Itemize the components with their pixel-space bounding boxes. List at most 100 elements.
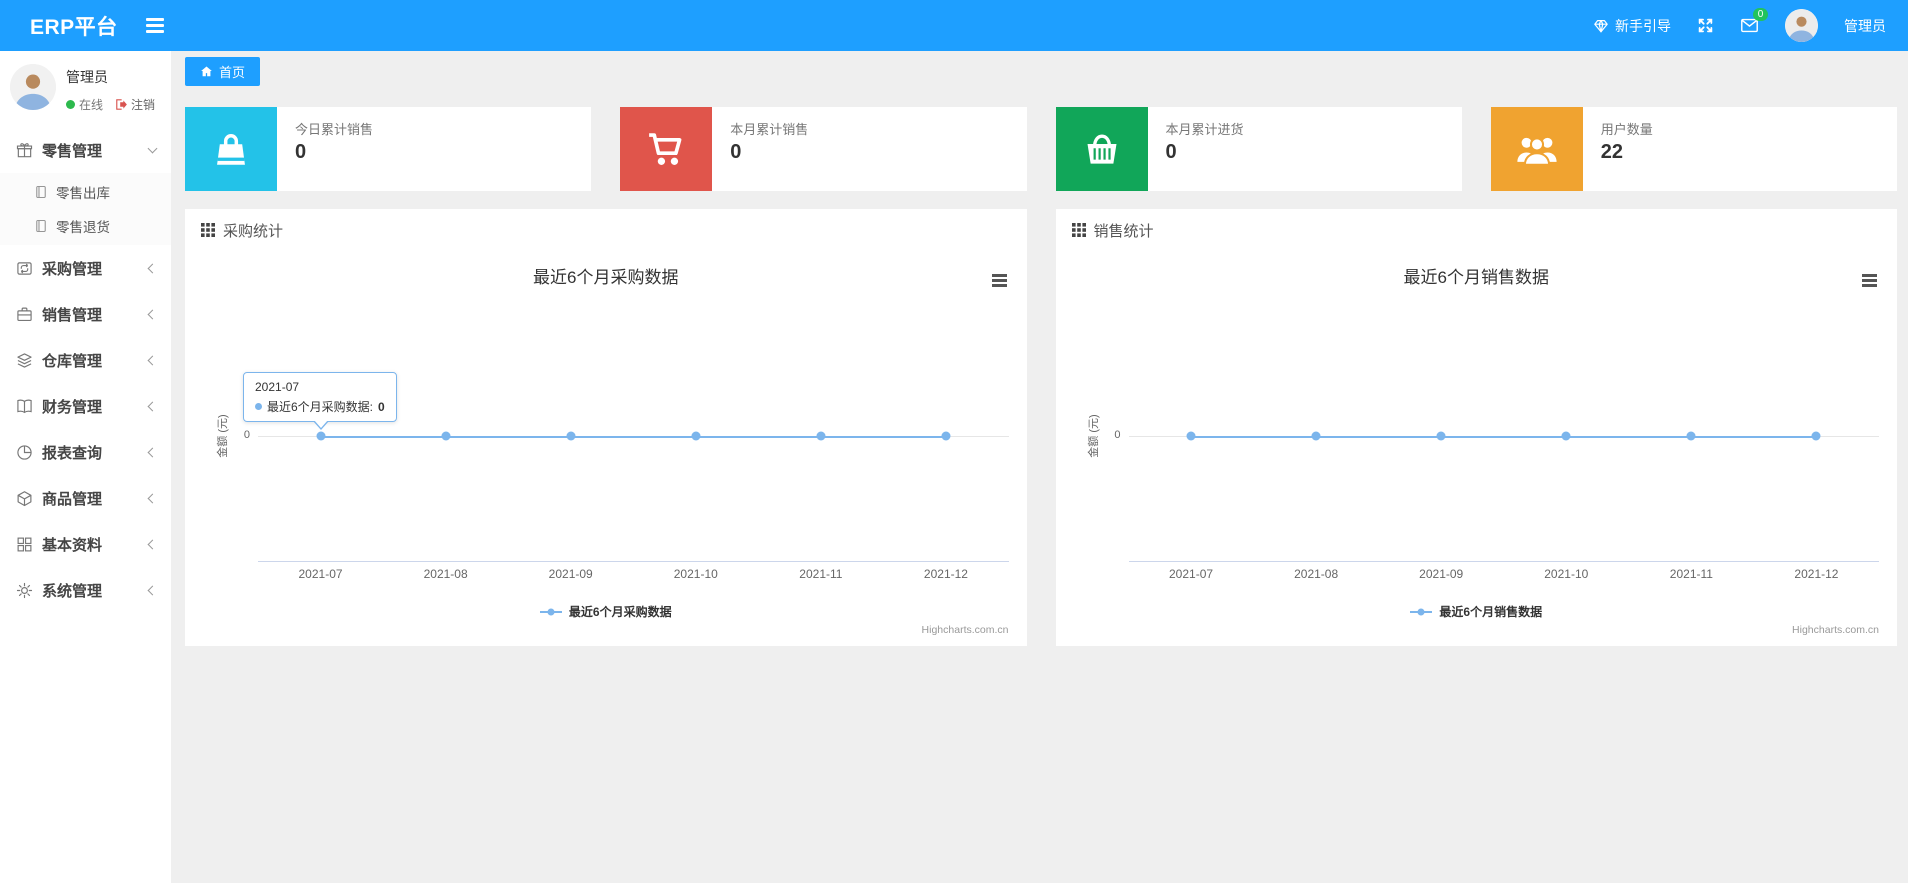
x-axis-tick-label: 2021-07 [298, 567, 343, 581]
sidebar: 管理员 在线 注销 零售管理 零售出库 零售退货 采购管理 销售管理 仓库管理 … [0, 51, 171, 889]
stat-card-label: 用户数量 [1600, 122, 1653, 137]
sidebar-item-finance[interactable]: 财务管理 [0, 383, 171, 429]
journal-icon [34, 185, 48, 199]
stat-cards-row: 今日累计销售 0 本月累计销售 0 本月累计进货 0 用户数量 22 [185, 107, 1897, 191]
x-axis-tick-label: 2021-11 [799, 567, 843, 581]
chevron-left-icon [147, 539, 158, 549]
y-axis-title: 金额 (元) [217, 414, 229, 458]
plot-area: 金额 (元) 0 2021-07 2021-08 2021-09 2021-10 202… [1088, 251, 1880, 581]
guide-label: 新手引导 [1615, 17, 1671, 34]
chart-legend: 最近6个月销售数据 [1056, 603, 1898, 620]
basket-icon [1055, 107, 1148, 191]
sidebar-submenu-retail: 零售出库 零售退货 [0, 173, 171, 245]
tooltip-header: 2021-07 [255, 380, 300, 394]
sidebar-item-retail-outbound[interactable]: 零售出库 [0, 175, 171, 209]
panel-title: 采购统计 [223, 222, 284, 240]
sidebar-item-label: 财务管理 [42, 398, 103, 416]
plot-area: 金额 (元) 0 2021-07 2021-08 2021-09 2021-10 202… [217, 251, 1009, 581]
data-point-marker[interactable] [1811, 431, 1821, 441]
data-point-marker[interactable] [566, 431, 576, 441]
chart-credit[interactable]: Highcharts.com.cn [1792, 624, 1879, 636]
tab-home[interactable]: 首页 [185, 57, 261, 86]
chevron-down-icon [147, 143, 158, 154]
data-point-marker[interactable] [1686, 431, 1696, 441]
x-axis-tick-label: 2021-10 [1544, 567, 1589, 581]
x-axis-tick-label: 2021-10 [673, 567, 718, 581]
th-grid-icon [201, 223, 215, 237]
markers-layer [1129, 251, 1880, 561]
guide-button[interactable]: 新手引导 [1593, 16, 1671, 36]
x-axis-tick-label: 2021-09 [548, 567, 593, 581]
chevron-left-icon [147, 309, 158, 319]
online-status-dot [66, 100, 75, 109]
data-point-marker[interactable] [1186, 431, 1196, 441]
data-point-marker[interactable] [1436, 431, 1446, 441]
chevron-left-icon [147, 585, 158, 595]
stat-card-label: 本月累计销售 [730, 122, 809, 137]
tooltip-value: 0 [378, 399, 385, 414]
sidebar-toggle-icon[interactable] [145, 18, 164, 33]
sidebar-item-label: 系统管理 [42, 582, 103, 600]
sidebar-item-retail[interactable]: 零售管理 [0, 127, 171, 173]
x-axis-tick-label: 2021-09 [1419, 567, 1464, 581]
logout-button[interactable]: 注销 [115, 96, 155, 113]
avatar[interactable] [1785, 9, 1818, 42]
messages-button[interactable]: 0 [1740, 8, 1768, 35]
chart-credit[interactable]: Highcharts.com.cn [922, 624, 1009, 636]
repeat-icon [16, 260, 33, 277]
chevron-left-icon [147, 263, 158, 273]
sidebar-item-basic-data[interactable]: 基本资料 [0, 521, 171, 567]
data-point-marker[interactable] [941, 431, 951, 441]
mail-badge: 0 [1753, 8, 1768, 21]
sidebar-item-procurement[interactable]: 采购管理 [0, 245, 171, 291]
x-axis-tick-label: 2021-08 [1294, 567, 1339, 581]
chart-panels-row: 采购统计 最近6个月采购数据 金额 (元) 0 2021-07 2021-08 20… [185, 209, 1897, 646]
x-axis-tick-label: 2021-11 [1669, 567, 1713, 581]
user-menu[interactable]: 管理员 [1844, 16, 1886, 36]
y-axis-tick-label: 0 [1114, 429, 1121, 441]
sales-chart: 最近6个月销售数据 金额 (元) 0 2021-07 2021-08 2021-09… [1056, 251, 1898, 644]
sidebar-item-label: 零售管理 [42, 142, 103, 160]
home-icon [201, 66, 212, 77]
stat-card-label: 本月累计进货 [1165, 122, 1244, 137]
data-point-marker[interactable] [441, 431, 451, 441]
sidebar-item-goods[interactable]: 商品管理 [0, 475, 171, 521]
x-axis-tick-label: 2021-07 [1169, 567, 1214, 581]
tooltip-series-label: 最近6个月采购数据: [267, 400, 374, 414]
sidebar-item-system[interactable]: 系统管理 [0, 567, 171, 613]
x-axis-line [1128, 561, 1879, 562]
tab-bar: 首页 [171, 51, 1908, 86]
main-content: 首页 今日累计销售 0 本月累计销售 0 本月累计进货 0 用户数量 22 采购… [171, 51, 1908, 889]
data-point-marker[interactable] [691, 431, 701, 441]
gem-icon [1593, 18, 1609, 34]
sidebar-item-reports[interactable]: 报表查询 [0, 429, 171, 475]
x-axis-ticks: 2021-07 2021-08 2021-09 2021-10 2021-11 2021-… [1129, 567, 1880, 583]
th-grid-icon [1071, 223, 1086, 237]
top-navbar: ERP平台 新手引导 0 管理员 [0, 0, 1908, 51]
legend-label[interactable]: 最近6个月采购数据 [569, 603, 672, 620]
legend-label[interactable]: 最近6个月销售数据 [1439, 603, 1542, 620]
x-axis-tick-label: 2021-12 [1794, 567, 1839, 581]
sidebar-item-label: 基本资料 [42, 536, 103, 554]
data-point-marker[interactable] [816, 431, 826, 441]
avatar[interactable] [10, 64, 56, 110]
open-book-icon [16, 398, 33, 415]
x-axis-ticks: 2021-07 2021-08 2021-09 2021-10 2021-11 2021-… [258, 567, 1009, 583]
panel-title: 销售统计 [1093, 222, 1154, 240]
data-point-marker[interactable] [1561, 431, 1571, 441]
sidebar-item-sales[interactable]: 销售管理 [0, 291, 171, 337]
sidebar-item-warehouse[interactable]: 仓库管理 [0, 337, 171, 383]
sidebar-item-label: 仓库管理 [42, 352, 103, 370]
sidebar-item-label: 零售出库 [56, 186, 110, 201]
navbar-user-name: 管理员 [1844, 17, 1886, 34]
stat-card-label: 今日累计销售 [295, 122, 374, 137]
data-point-marker[interactable] [316, 431, 326, 441]
sidebar-item-retail-return[interactable]: 零售退货 [0, 209, 171, 243]
stat-card-value: 0 [1165, 141, 1177, 163]
briefcase-icon [16, 306, 33, 323]
panel-purchase-stats: 采购统计 最近6个月采购数据 金额 (元) 0 2021-07 2021-08 20… [185, 209, 1027, 646]
x-axis-tick-label: 2021-08 [423, 567, 468, 581]
data-point-marker[interactable] [1311, 431, 1321, 441]
logout-label: 注销 [131, 98, 156, 112]
fullscreen-button[interactable] [1697, 17, 1714, 34]
